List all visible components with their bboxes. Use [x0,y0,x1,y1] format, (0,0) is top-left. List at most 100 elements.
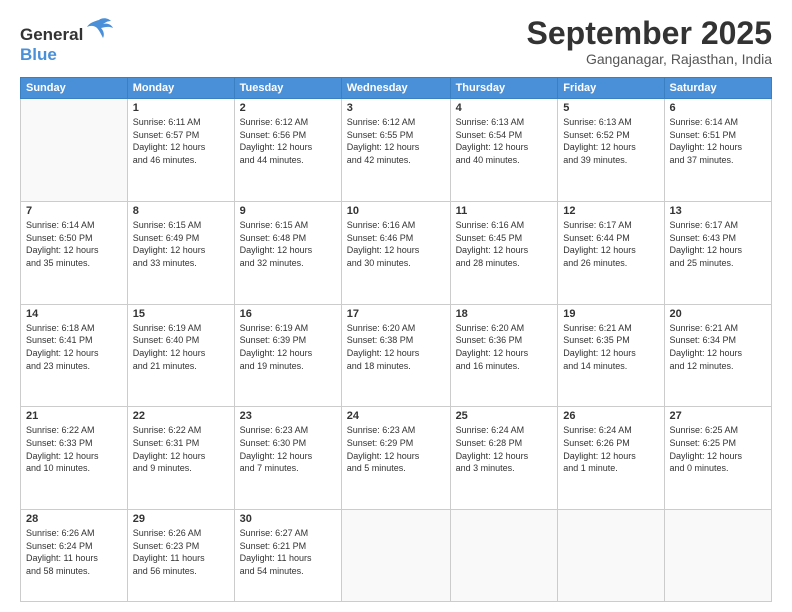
day-info: Sunrise: 6:27 AM Sunset: 6:21 PM Dayligh… [240,527,336,577]
calendar-cell: 1 Sunrise: 6:11 AM Sunset: 6:57 PM Daylig… [127,99,234,202]
day-number: 22 [133,410,229,422]
logo-blue: Blue [20,45,113,65]
day-info: Sunrise: 6:23 AM Sunset: 6:30 PM Dayligh… [240,424,336,474]
logo-general: General [20,25,83,44]
location-subtitle: Ganganagar, Rajasthan, India [527,51,772,67]
day-number: 23 [240,410,336,422]
day-number: 8 [133,205,229,217]
calendar-cell: 2 Sunrise: 6:12 AM Sunset: 6:56 PM Daylig… [234,99,341,202]
weekday-header-thursday: Thursday [450,78,558,99]
day-info: Sunrise: 6:22 AM Sunset: 6:31 PM Dayligh… [133,424,229,474]
day-number: 7 [26,205,122,217]
weekday-header-monday: Monday [127,78,234,99]
day-info: Sunrise: 6:17 AM Sunset: 6:44 PM Dayligh… [563,219,658,269]
day-info: Sunrise: 6:26 AM Sunset: 6:23 PM Dayligh… [133,527,229,577]
day-number: 30 [240,513,336,525]
day-number: 21 [26,410,122,422]
day-info: Sunrise: 6:14 AM Sunset: 6:51 PM Dayligh… [670,116,767,166]
calendar-cell: 20 Sunrise: 6:21 AM Sunset: 6:34 PM Dayli… [664,304,772,407]
day-info: Sunrise: 6:13 AM Sunset: 6:54 PM Dayligh… [456,116,553,166]
day-info: Sunrise: 6:19 AM Sunset: 6:39 PM Dayligh… [240,322,336,372]
calendar-cell: 29 Sunrise: 6:26 AM Sunset: 6:23 PM Dayli… [127,510,234,602]
day-info: Sunrise: 6:15 AM Sunset: 6:49 PM Dayligh… [133,219,229,269]
day-info: Sunrise: 6:23 AM Sunset: 6:29 PM Dayligh… [347,424,445,474]
day-number: 11 [456,205,553,217]
day-number: 24 [347,410,445,422]
calendar-cell: 4 Sunrise: 6:13 AM Sunset: 6:54 PM Daylig… [450,99,558,202]
calendar-cell: 22 Sunrise: 6:22 AM Sunset: 6:31 PM Dayli… [127,407,234,510]
day-number: 19 [563,308,658,320]
title-block: September 2025 Ganganagar, Rajasthan, In… [527,16,772,67]
calendar-week-row: 7 Sunrise: 6:14 AM Sunset: 6:50 PM Daylig… [21,201,772,304]
day-info: Sunrise: 6:26 AM Sunset: 6:24 PM Dayligh… [26,527,122,577]
day-info: Sunrise: 6:22 AM Sunset: 6:33 PM Dayligh… [26,424,122,474]
day-info: Sunrise: 6:13 AM Sunset: 6:52 PM Dayligh… [563,116,658,166]
calendar-cell: 7 Sunrise: 6:14 AM Sunset: 6:50 PM Daylig… [21,201,128,304]
day-info: Sunrise: 6:15 AM Sunset: 6:48 PM Dayligh… [240,219,336,269]
calendar-cell: 27Sunrise: 6:25 AM Sunset: 6:25 PM Dayli… [664,407,772,510]
day-number: 14 [26,308,122,320]
calendar-week-row: 28 Sunrise: 6:26 AM Sunset: 6:24 PM Dayli… [21,510,772,602]
day-number: 29 [133,513,229,525]
day-info: Sunrise: 6:14 AM Sunset: 6:50 PM Dayligh… [26,219,122,269]
day-number: 26 [563,410,658,422]
calendar-cell: 26Sunrise: 6:24 AM Sunset: 6:26 PM Dayli… [558,407,664,510]
page: General Blue September 2025 Ganganagar, … [0,0,792,612]
day-number: 2 [240,102,336,114]
calendar-cell [21,99,128,202]
calendar-cell: 25Sunrise: 6:24 AM Sunset: 6:28 PM Dayli… [450,407,558,510]
day-info: Sunrise: 6:12 AM Sunset: 6:56 PM Dayligh… [240,116,336,166]
header: General Blue September 2025 Ganganagar, … [20,16,772,67]
day-info: Sunrise: 6:21 AM Sunset: 6:35 PM Dayligh… [563,322,658,372]
weekday-header-row: SundayMondayTuesdayWednesdayThursdayFrid… [21,78,772,99]
day-info: Sunrise: 6:16 AM Sunset: 6:45 PM Dayligh… [456,219,553,269]
day-info: Sunrise: 6:19 AM Sunset: 6:40 PM Dayligh… [133,322,229,372]
calendar-cell: 24 Sunrise: 6:23 AM Sunset: 6:29 PM Dayli… [341,407,450,510]
calendar-cell: 18 Sunrise: 6:20 AM Sunset: 6:36 PM Dayli… [450,304,558,407]
calendar-table: SundayMondayTuesdayWednesdayThursdayFrid… [20,77,772,602]
weekday-header-saturday: Saturday [664,78,772,99]
day-number: 17 [347,308,445,320]
weekday-header-friday: Friday [558,78,664,99]
day-number: 9 [240,205,336,217]
day-number: 12 [563,205,658,217]
day-info: Sunrise: 6:18 AM Sunset: 6:41 PM Dayligh… [26,322,122,372]
calendar-cell: 9 Sunrise: 6:15 AM Sunset: 6:48 PM Daylig… [234,201,341,304]
calendar-week-row: 21 Sunrise: 6:22 AM Sunset: 6:33 PM Dayli… [21,407,772,510]
calendar-cell: 23 Sunrise: 6:23 AM Sunset: 6:30 PM Dayli… [234,407,341,510]
day-number: 16 [240,308,336,320]
logo: General Blue [20,16,113,64]
day-info: Sunrise: 6:17 AM Sunset: 6:43 PM Dayligh… [670,219,767,269]
calendar-cell: 21 Sunrise: 6:22 AM Sunset: 6:33 PM Dayli… [21,407,128,510]
day-info: Sunrise: 6:24 AM Sunset: 6:28 PM Dayligh… [456,424,553,474]
day-info: Sunrise: 6:16 AM Sunset: 6:46 PM Dayligh… [347,219,445,269]
day-number: 15 [133,308,229,320]
day-number: 18 [456,308,553,320]
calendar-cell: 16 Sunrise: 6:19 AM Sunset: 6:39 PM Dayli… [234,304,341,407]
calendar-cell [558,510,664,602]
day-info: Sunrise: 6:11 AM Sunset: 6:57 PM Dayligh… [133,116,229,166]
weekday-header-wednesday: Wednesday [341,78,450,99]
day-number: 4 [456,102,553,114]
day-info: Sunrise: 6:20 AM Sunset: 6:38 PM Dayligh… [347,322,445,372]
calendar-cell: 19 Sunrise: 6:21 AM Sunset: 6:35 PM Dayli… [558,304,664,407]
day-number: 5 [563,102,658,114]
calendar-cell: 13Sunrise: 6:17 AM Sunset: 6:43 PM Dayli… [664,201,772,304]
calendar-cell: 8 Sunrise: 6:15 AM Sunset: 6:49 PM Daylig… [127,201,234,304]
calendar-cell: 3Sunrise: 6:12 AM Sunset: 6:55 PM Daylig… [341,99,450,202]
day-number: 20 [670,308,767,320]
calendar-cell [341,510,450,602]
calendar-cell: 14 Sunrise: 6:18 AM Sunset: 6:41 PM Dayli… [21,304,128,407]
day-info: Sunrise: 6:21 AM Sunset: 6:34 PM Dayligh… [670,322,767,372]
calendar-cell: 17 Sunrise: 6:20 AM Sunset: 6:38 PM Dayli… [341,304,450,407]
day-number: 3 [347,102,445,114]
calendar-cell: 10Sunrise: 6:16 AM Sunset: 6:46 PM Dayli… [341,201,450,304]
weekday-header-tuesday: Tuesday [234,78,341,99]
day-info: Sunrise: 6:25 AM Sunset: 6:25 PM Dayligh… [670,424,767,474]
calendar-cell: 6Sunrise: 6:14 AM Sunset: 6:51 PM Daylig… [664,99,772,202]
day-info: Sunrise: 6:20 AM Sunset: 6:36 PM Dayligh… [456,322,553,372]
day-number: 28 [26,513,122,525]
calendar-cell [450,510,558,602]
calendar-cell: 30 Sunrise: 6:27 AM Sunset: 6:21 PM Dayli… [234,510,341,602]
day-number: 1 [133,102,229,114]
